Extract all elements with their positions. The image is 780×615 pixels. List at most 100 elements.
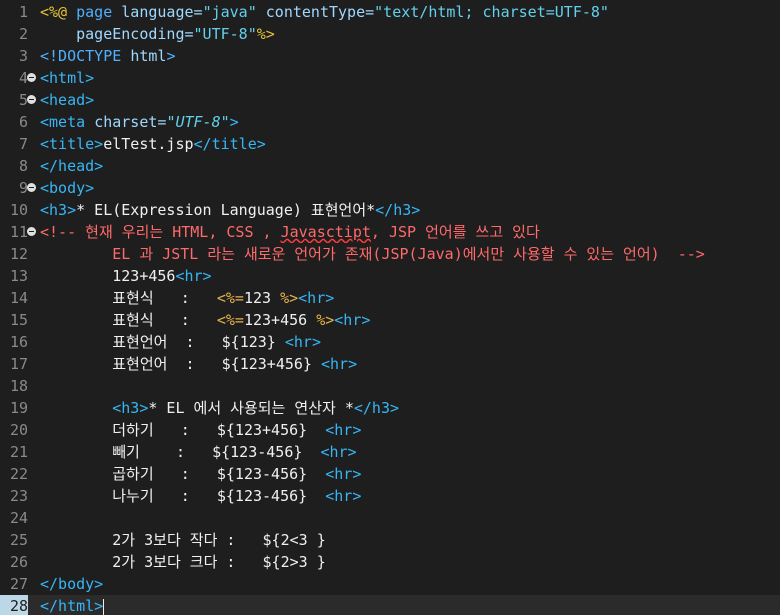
code-line[interactable]: 3 <!DOCTYPE html>	[0, 45, 780, 67]
code-token: >	[229, 113, 239, 131]
code-text: 곱하기 : ${123-456} <hr>	[40, 463, 780, 485]
line-number: 2	[18, 25, 28, 43]
code-line[interactable]: 23 나누기 : ${123-456} <hr>	[0, 485, 780, 507]
line-number: 6	[18, 113, 28, 131]
code-editor[interactable]: 1 <%@ page language="java" contentType="t…	[0, 0, 780, 615]
code-line[interactable]: 2 pageEncoding="UTF-8"%>	[0, 23, 780, 45]
text-cursor	[103, 598, 105, 615]
line-number: 27	[9, 575, 28, 593]
code-line[interactable]: 5 <head>	[0, 89, 780, 111]
code-line[interactable]: 26 2가 3보다 크다 : ${2>3 }	[0, 551, 780, 573]
code-token: <hr>	[320, 355, 358, 373]
fold-toggle-icon[interactable]	[27, 227, 36, 236]
code-line[interactable]: 9 <body>	[0, 177, 780, 199]
code-text: pageEncoding="UTF-8"%>	[40, 23, 780, 45]
line-number: 7	[18, 135, 28, 153]
code-token: "UTF-8"	[193, 25, 257, 43]
code-line[interactable]: 21 빼기 : ${123-456} <hr>	[0, 441, 780, 463]
code-token: <!DOCTYPE	[40, 47, 131, 65]
code-token: 2가 3보다 크다 : ${2>3 }	[40, 553, 326, 571]
code-text: 2가 3보다 크다 : ${2>3 }	[40, 551, 780, 573]
code-token: <%=	[216, 289, 244, 307]
code-token: <hr>	[284, 333, 321, 351]
code-line[interactable]: 10 <h3>* EL(Expression Language) 표현언어*</h…	[0, 199, 780, 221]
code-text: 더하기 : ${123+456} <hr>	[40, 419, 780, 441]
code-text: </html>	[40, 595, 780, 615]
code-token: <hr>	[325, 421, 362, 439]
code-token: 표현식 :	[40, 311, 217, 329]
code-token: </h3>	[353, 399, 400, 417]
fold-toggle-icon[interactable]	[27, 95, 36, 104]
code-text: 나누기 : ${123-456} <hr>	[40, 485, 780, 507]
code-token: Javasctipt	[280, 223, 371, 241]
code-line[interactable]: 27 </body>	[0, 573, 780, 595]
code-line[interactable]: 11 <!-- 현재 우리는 HTML, CSS , Javasctipt, JS…	[0, 221, 780, 243]
code-token: 123+456	[243, 311, 317, 329]
code-text: 표현언어 : ${123} <hr>	[40, 331, 780, 353]
code-token: 표현언어 : ${123}	[40, 333, 285, 351]
code-line[interactable]: 24	[0, 507, 780, 529]
line-number: 9	[18, 179, 28, 197]
code-text: <h3>* EL 에서 사용되는 연산자 *</h3>	[40, 397, 780, 419]
code-line[interactable]: 7 <title>elTest.jsp</title>	[0, 133, 780, 155]
code-line[interactable]: 25 2가 3보다 작다 : ${2<3 }	[0, 529, 780, 551]
code-token: , JSP 언어를 쓰고 있다	[370, 223, 540, 241]
code-text: 표현식 : <%=123 %><hr>	[40, 287, 780, 309]
line-number: 3	[18, 47, 28, 65]
line-number: 12	[9, 245, 28, 263]
code-line[interactable]: 13 123+456<hr>	[0, 265, 780, 287]
code-token: 표현언어 : ${123+456}	[40, 355, 321, 373]
code-token: <html>	[40, 69, 95, 87]
code-text: <html>	[40, 67, 780, 89]
code-text: <body>	[40, 177, 780, 199]
code-token: >	[166, 47, 176, 65]
code-text: </head>	[40, 155, 780, 177]
line-number: 14	[9, 289, 28, 307]
code-text: <head>	[40, 89, 780, 111]
code-token: 123	[243, 289, 281, 307]
line-number: 19	[9, 399, 28, 417]
code-text: <!-- 현재 우리는 HTML, CSS , Javasctipt, JSP …	[40, 221, 780, 243]
line-number: 1	[18, 3, 28, 21]
code-line[interactable]: 15 표현식 : <%=123+456 %><hr>	[0, 309, 780, 331]
code-token: </html>	[40, 597, 104, 615]
code-line[interactable]: 4 <html>	[0, 67, 780, 89]
code-token: </title>	[193, 135, 266, 153]
code-line[interactable]: 14 표현식 : <%=123 %><hr>	[0, 287, 780, 309]
code-text: <meta charset="UTF-8">	[40, 111, 780, 133]
code-line[interactable]: 6 <meta charset="UTF-8">	[0, 111, 780, 133]
fold-toggle-icon[interactable]	[27, 73, 36, 82]
line-number: 23	[9, 487, 28, 505]
code-line[interactable]: 12 EL 과 JSTL 라는 새로운 언어가 존재(JSP(Java)에서만 …	[0, 243, 780, 265]
line-number: 13	[9, 267, 28, 285]
code-line[interactable]: 1 <%@ page language="java" contentType="t…	[0, 1, 780, 23]
code-text: <%@ page language="java" contentType="te…	[40, 1, 780, 23]
code-token: <!-- 현재 우리는 HTML, CSS ,	[40, 223, 281, 241]
code-token: "text/html; charset=UTF-8"	[374, 3, 609, 21]
code-text: </body>	[40, 573, 780, 595]
code-line[interactable]: 16 표현언어 : ${123} <hr>	[0, 331, 780, 353]
code-line[interactable]: 19 <h3>* EL 에서 사용되는 연산자 *</h3>	[0, 397, 780, 419]
code-line[interactable]: 8 </head>	[0, 155, 780, 177]
code-token: language=	[121, 3, 203, 21]
code-text: <h3>* EL(Expression Language) 표현언어*</h3>	[40, 199, 780, 221]
code-line[interactable]: 22 곱하기 : ${123-456} <hr>	[0, 463, 780, 485]
line-number: 11	[9, 223, 28, 241]
code-line[interactable]: 28 </html>	[0, 595, 780, 615]
line-number: 15	[9, 311, 28, 329]
code-text: 표현언어 : ${123+456} <hr>	[40, 353, 780, 375]
code-line[interactable]: 20 더하기 : ${123+456} <hr>	[0, 419, 780, 441]
code-token: EL 과 JSTL 라는 새로운 언어가 존재(JSP(Java)에서만 사용할…	[40, 245, 705, 263]
line-number: 10	[9, 201, 28, 219]
code-text: 표현식 : <%=123+456 %><hr>	[40, 309, 780, 331]
fold-toggle-icon[interactable]	[27, 183, 36, 192]
code-line[interactable]: 18	[0, 375, 780, 397]
code-token: </body>	[40, 575, 104, 593]
code-line[interactable]: 17 표현언어 : ${123+456} <hr>	[0, 353, 780, 375]
code-token: </h3>	[375, 201, 421, 219]
